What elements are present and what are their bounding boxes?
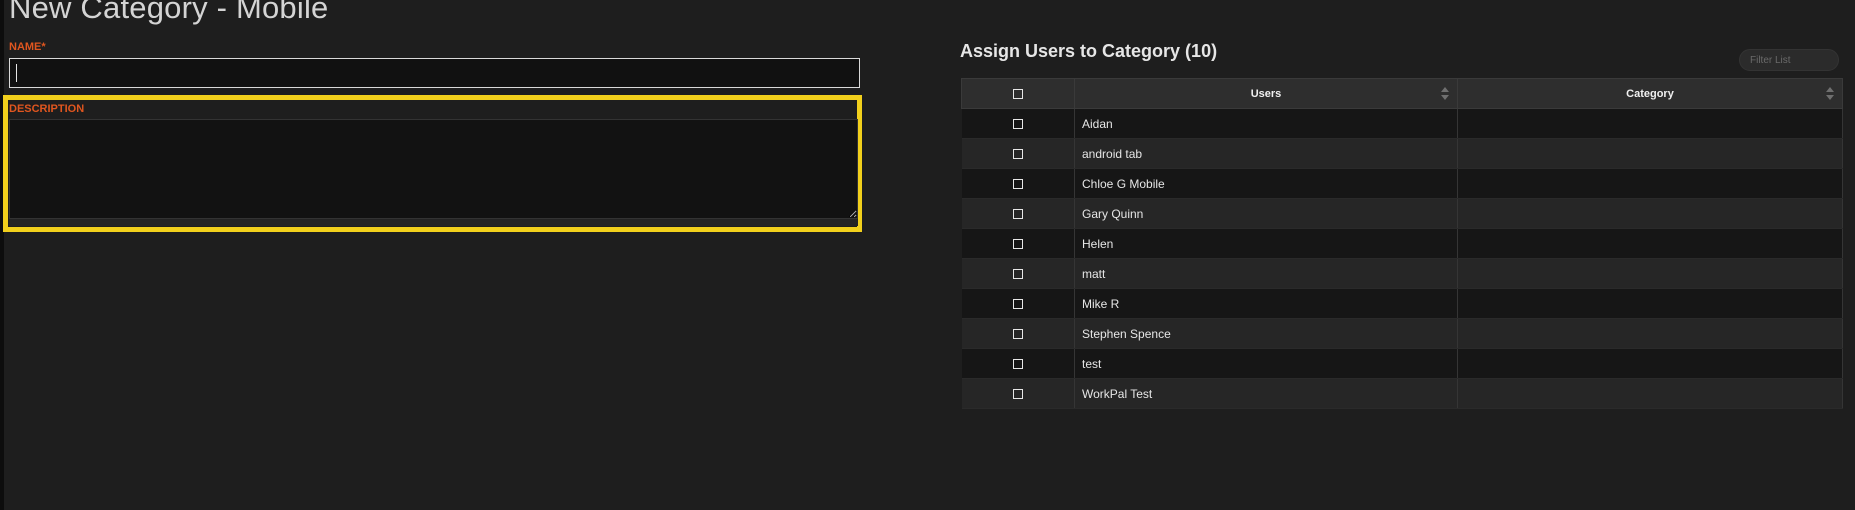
page: New Category - Mobile NAME* DESCRIPTION … — [0, 0, 1855, 510]
row-checkbox[interactable] — [1012, 359, 1023, 370]
user-name-cell: Helen — [1074, 228, 1458, 259]
description-label: DESCRIPTION — [9, 103, 85, 115]
row-checkbox[interactable] — [1012, 209, 1023, 220]
table-row[interactable]: Chloe G Mobile — [961, 168, 1843, 199]
user-name-cell: Aidan — [1074, 108, 1458, 139]
left-edge-strip — [0, 0, 4, 510]
description-textarea[interactable] — [9, 119, 858, 219]
category-column-header[interactable]: Category — [1457, 78, 1843, 109]
table-header-row: Users Category — [961, 78, 1843, 109]
name-input[interactable] — [9, 58, 860, 88]
table-row[interactable]: Stephen Spence — [961, 318, 1843, 349]
row-checkbox-cell[interactable] — [961, 138, 1075, 169]
category-cell — [1457, 348, 1843, 379]
user-name-cell: Gary Quinn — [1074, 198, 1458, 229]
category-cell — [1457, 168, 1843, 199]
row-checkbox-cell[interactable] — [961, 378, 1075, 409]
row-checkbox[interactable] — [1012, 329, 1023, 340]
users-header-label: Users — [1250, 87, 1282, 100]
category-header-label: Category — [1626, 87, 1674, 100]
row-checkbox-cell[interactable] — [961, 258, 1075, 289]
row-checkbox-cell[interactable] — [961, 168, 1075, 199]
category-cell — [1457, 138, 1843, 169]
table-row[interactable]: test — [961, 348, 1843, 379]
sort-icon[interactable] — [1826, 87, 1834, 101]
user-name-cell: matt — [1074, 258, 1458, 289]
row-checkbox-cell[interactable] — [961, 318, 1075, 349]
category-cell — [1457, 378, 1843, 409]
row-checkbox-cell[interactable] — [961, 108, 1075, 139]
table-row[interactable]: Mike R — [961, 288, 1843, 319]
sort-icon[interactable] — [1441, 87, 1449, 101]
category-cell — [1457, 108, 1843, 139]
select-all-checkbox[interactable] — [1013, 88, 1023, 99]
name-label: NAME* — [9, 41, 46, 53]
description-footer — [9, 219, 858, 226]
user-name-cell: Chloe G Mobile — [1074, 168, 1458, 199]
row-checkbox-cell[interactable] — [961, 198, 1075, 229]
row-checkbox[interactable] — [1012, 299, 1023, 310]
filter-list-input[interactable] — [1739, 49, 1839, 71]
row-checkbox-cell[interactable] — [961, 348, 1075, 379]
assign-users-title: Assign Users to Category (10) — [960, 41, 1218, 61]
table-row[interactable]: Gary Quinn — [961, 198, 1843, 229]
row-checkbox[interactable] — [1012, 389, 1023, 400]
row-checkbox[interactable] — [1012, 179, 1023, 190]
users-table: Users Category Aidan android tab Chloe G… — [961, 78, 1843, 409]
user-name-cell: test — [1074, 348, 1458, 379]
category-cell — [1457, 198, 1843, 229]
table-row[interactable]: Aidan — [961, 108, 1843, 139]
user-name-cell: Mike R — [1074, 288, 1458, 319]
table-row[interactable]: android tab — [961, 138, 1843, 169]
row-checkbox[interactable] — [1012, 119, 1023, 130]
user-name-cell: WorkPal Test — [1074, 378, 1458, 409]
text-caret — [16, 64, 17, 82]
category-cell — [1457, 288, 1843, 319]
select-all-header[interactable] — [961, 78, 1075, 109]
row-checkbox[interactable] — [1012, 239, 1023, 250]
row-checkbox-cell[interactable] — [961, 288, 1075, 319]
category-cell — [1457, 318, 1843, 349]
row-checkbox[interactable] — [1012, 269, 1023, 280]
row-checkbox-cell[interactable] — [961, 228, 1075, 259]
user-name-cell: Stephen Spence — [1074, 318, 1458, 349]
page-title: New Category - Mobile — [9, 0, 329, 25]
table-row[interactable]: matt — [961, 258, 1843, 289]
users-column-header[interactable]: Users — [1074, 78, 1458, 109]
row-checkbox[interactable] — [1012, 149, 1023, 160]
category-cell — [1457, 258, 1843, 289]
table-row[interactable]: Helen — [961, 228, 1843, 259]
category-cell — [1457, 228, 1843, 259]
user-name-cell: android tab — [1074, 138, 1458, 169]
table-row[interactable]: WorkPal Test — [961, 378, 1843, 409]
